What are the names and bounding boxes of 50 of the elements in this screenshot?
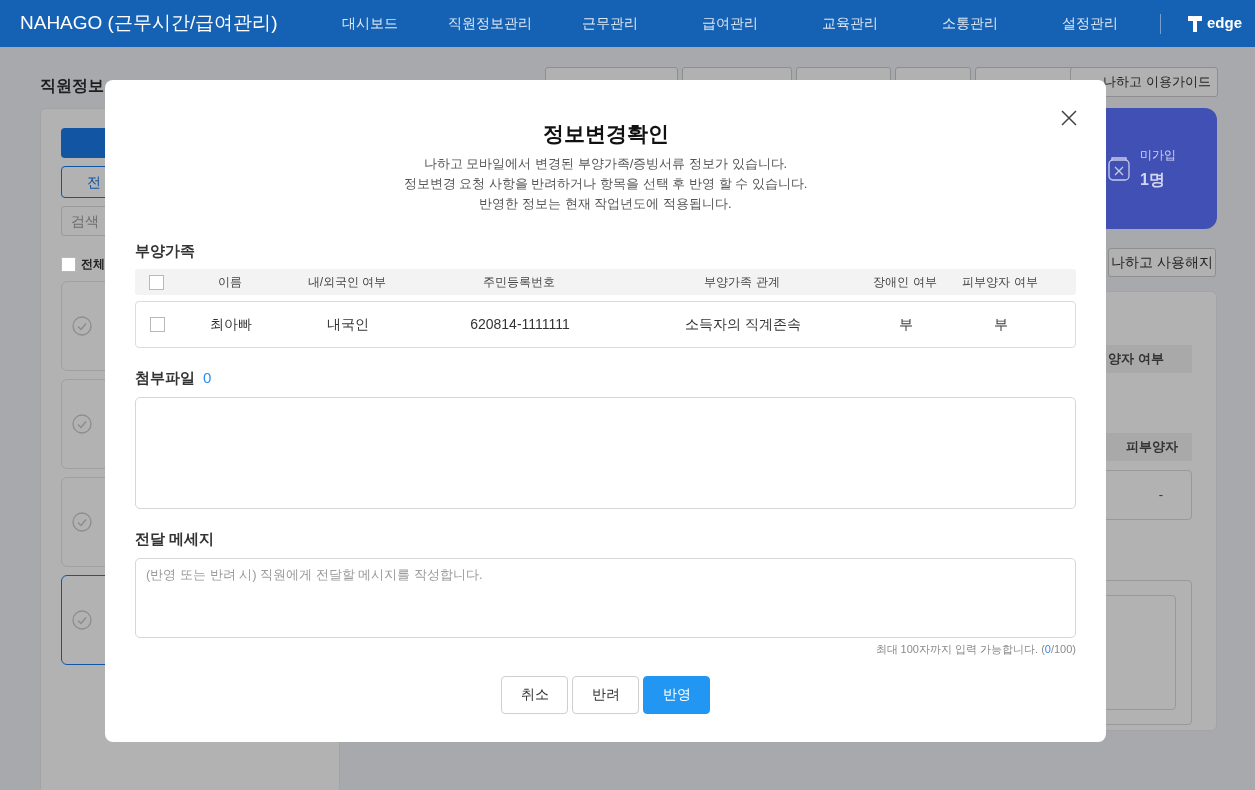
cancel-service-button[interactable]: 나하고 사용해지 bbox=[1108, 248, 1216, 277]
table-header: 양자 여부 bbox=[1106, 345, 1192, 373]
table-header: 피부양자 bbox=[1106, 433, 1192, 461]
nav-link[interactable]: 설정관리 bbox=[1030, 13, 1150, 34]
dialog-title: 정보변경확인 bbox=[541, 121, 670, 147]
t-logo-icon bbox=[1187, 14, 1203, 33]
nav-link[interactable]: 급여관리 bbox=[670, 13, 790, 34]
table-cell-text: 부 bbox=[899, 315, 913, 334]
section-heading: 전달 메세지 bbox=[135, 529, 216, 549]
page-title: 직원정보 bbox=[40, 76, 104, 96]
table-cell-text: 소득자의 직계존속 bbox=[685, 315, 801, 334]
stat-value: 1명 bbox=[1140, 169, 1166, 190]
description-text: 반영한 정보는 현재 작업년도에 적용됩니다. bbox=[479, 195, 732, 213]
description-text: 나하고 모바일에서 변경된 부양가족/증빙서류 정보가 있습니다. bbox=[423, 155, 788, 173]
check-circle-icon bbox=[72, 316, 92, 336]
app-title: NAHAGO (근무시간/급여관리) bbox=[20, 11, 279, 36]
character-limit-note: 최대 100자까지 입력 가능합니다. (0/100) bbox=[875, 642, 1076, 657]
checkbox[interactable] bbox=[149, 317, 165, 332]
nav-link[interactable]: 근무관리 bbox=[550, 13, 670, 34]
message-field[interactable]: (반영 또는 반려 시) 직원에게 전달할 메시지를 작성합니다. bbox=[135, 558, 1076, 638]
column-header: 이름 bbox=[218, 274, 242, 291]
nav-link[interactable]: 직원정보관리 bbox=[430, 13, 550, 34]
column-header: 내/외국인 여부 bbox=[307, 274, 387, 291]
stat-label: 미가입 bbox=[1140, 146, 1176, 164]
column-header: 피부양자 여부 bbox=[962, 274, 1038, 291]
nav-link[interactable]: 소통관리 bbox=[910, 13, 1030, 34]
dialog-button[interactable]: 반려 bbox=[572, 675, 639, 714]
section-heading: 첨부파일 bbox=[135, 368, 195, 388]
logo-text: edge bbox=[1207, 13, 1242, 34]
description-text: 정보변경 요청 사항을 반려하거나 항목을 선택 후 반영 할 수 있습니다. bbox=[403, 175, 808, 193]
attachment-count: 0 bbox=[203, 368, 212, 388]
table-cell-text: 부 bbox=[994, 315, 1008, 334]
table-cell-text: 최아빠 bbox=[210, 315, 252, 334]
checkbox[interactable] bbox=[148, 274, 164, 290]
column-header: 부양가족 관계 bbox=[704, 274, 780, 291]
nav-link[interactable]: 교육관리 bbox=[790, 13, 910, 34]
close-icon[interactable] bbox=[1060, 109, 1078, 127]
nav-link[interactable]: 대시보드 bbox=[310, 13, 430, 34]
check-circle-icon bbox=[72, 414, 92, 434]
column-header: 장애인 여부 bbox=[873, 274, 937, 291]
box-x-icon bbox=[1108, 156, 1130, 181]
table-cell-text: 내국인 bbox=[327, 315, 369, 334]
select-all-label: 전체 bbox=[81, 256, 105, 273]
check-circle-icon bbox=[72, 512, 92, 532]
column-header: 주민등록번호 bbox=[483, 274, 555, 291]
table-cell-text: 620814-1111111 bbox=[470, 315, 570, 334]
dialog-button[interactable]: 취소 bbox=[501, 675, 568, 714]
section-heading: 부양가족 bbox=[135, 241, 196, 261]
dialog-button[interactable]: 반영 bbox=[643, 675, 710, 714]
check-circle-icon bbox=[72, 610, 92, 630]
